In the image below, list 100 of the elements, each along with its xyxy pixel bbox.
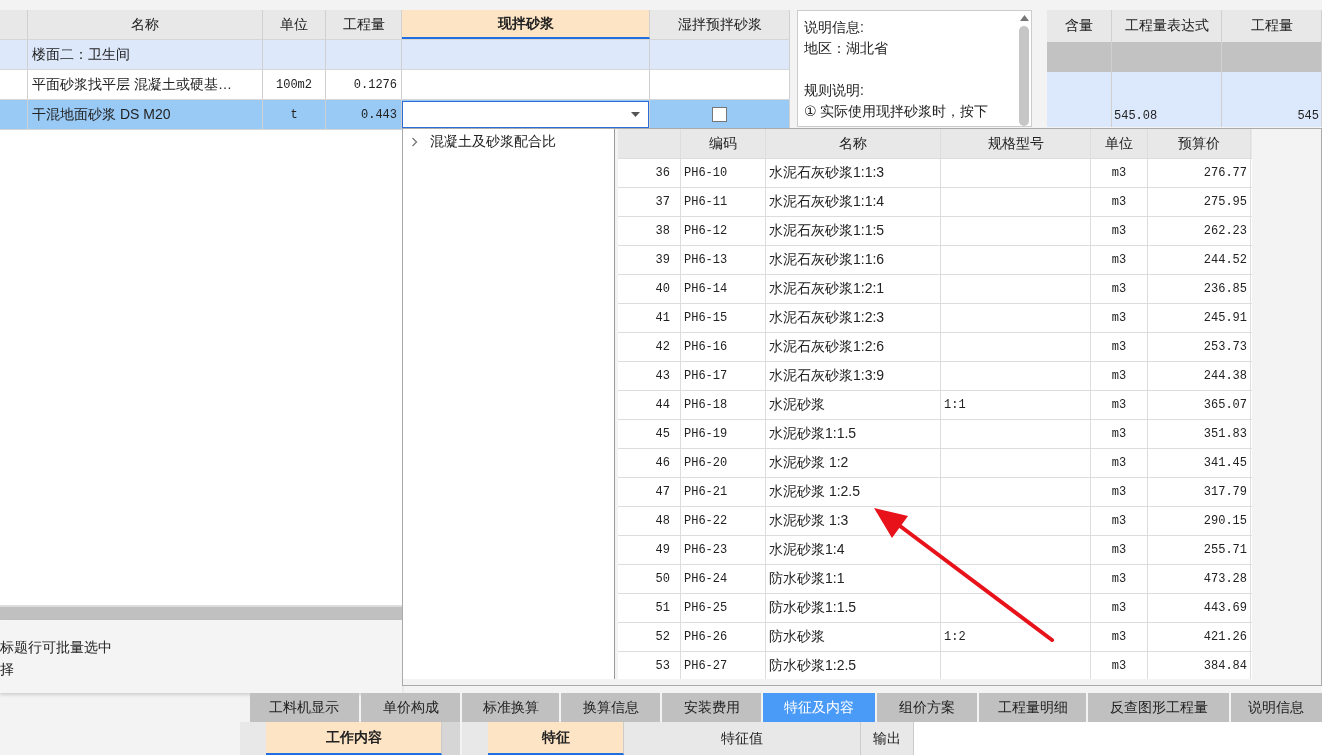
table-cell: 421.26 xyxy=(1203,630,1247,644)
column-header[interactable]: 单位 xyxy=(263,10,326,39)
table-cell: 384.84 xyxy=(1203,659,1247,673)
scrollbar[interactable] xyxy=(442,722,460,755)
table-row[interactable]: 38 PH6-12 水泥石灰砂浆1:1:5 m3 262.23 xyxy=(618,217,1252,246)
row-number: 41 xyxy=(655,311,670,325)
column-header[interactable]: 规格型号 xyxy=(941,129,1091,158)
tab[interactable]: 工料机显示 xyxy=(250,693,359,722)
table-cell: PH6-16 xyxy=(684,340,728,354)
row-number: 49 xyxy=(655,543,670,557)
table-row[interactable]: 39 PH6-13 水泥石灰砂浆1:1:6 m3 244.52 xyxy=(618,246,1252,275)
table-cell: 545.08 xyxy=(1114,109,1158,123)
table-cell: PH6-13 xyxy=(684,253,728,267)
table-cell: 水泥砂浆 1:2.5 xyxy=(769,483,861,501)
table-row[interactable]: 楼面二：卫生间 xyxy=(0,40,790,70)
table-row[interactable]: 50 PH6-24 防水砂浆1:1 m3 473.28 xyxy=(618,565,1252,594)
table-cell: 水泥石灰砂浆1:2:6 xyxy=(769,338,885,356)
tab[interactable]: 说明信息 xyxy=(1230,693,1322,722)
table-cell: m3 xyxy=(1111,195,1127,209)
column-header[interactable]: 工作内容 xyxy=(266,722,442,755)
table-cell: m3 xyxy=(1111,311,1127,325)
table-row[interactable]: 545.08 545 xyxy=(1047,72,1322,127)
dropdown-field[interactable] xyxy=(402,101,649,128)
table-cell: 245.91 xyxy=(1203,311,1247,325)
row-number: 39 xyxy=(655,253,670,267)
table-cell: 水泥石灰砂浆1:2:3 xyxy=(769,309,885,327)
table-cell: 473.28 xyxy=(1203,572,1247,586)
table-cell: PH6-20 xyxy=(684,456,728,470)
row-number: 46 xyxy=(655,456,670,470)
table-cell: PH6-15 xyxy=(684,311,728,325)
table-cell: 1:2 xyxy=(944,630,966,644)
table-row[interactable]: 干混地面砂浆 DS M20 t 0.443 xyxy=(0,100,790,130)
table-row[interactable]: 43 PH6-17 水泥石灰砂浆1:3:9 m3 244.38 xyxy=(618,362,1252,391)
tab[interactable]: 反查图形工程量 xyxy=(1088,693,1229,722)
column-header[interactable]: 名称 xyxy=(28,10,263,39)
info-text: 规则说明: xyxy=(804,82,864,98)
table-cell: PH6-17 xyxy=(684,369,728,383)
table-cell: m3 xyxy=(1111,572,1127,586)
column-header[interactable]: 预算价 xyxy=(1148,129,1251,158)
row-number: 48 xyxy=(655,514,670,528)
tab[interactable]: 标准换算 xyxy=(462,693,560,722)
table-row[interactable]: 42 PH6-16 水泥石灰砂浆1:2:6 m3 253.73 xyxy=(618,333,1252,362)
row-number: 38 xyxy=(655,224,670,238)
row-number: 42 xyxy=(655,340,670,354)
tab[interactable]: 工程量明细 xyxy=(979,693,1087,722)
scroll-up-icon[interactable] xyxy=(1019,15,1029,21)
column-header[interactable]: 特征 xyxy=(488,722,624,755)
table-row[interactable]: 49 PH6-23 水泥砂浆1:4 m3 255.71 xyxy=(618,536,1252,565)
tab[interactable]: 安装费用 xyxy=(662,693,762,722)
table-row[interactable]: 45 PH6-19 水泥砂浆1:1.5 m3 351.83 xyxy=(618,420,1252,449)
info-text: 说明信息: xyxy=(804,19,864,35)
table-cell: 水泥石灰砂浆1:1:6 xyxy=(769,251,885,269)
checkbox[interactable] xyxy=(712,107,727,122)
column-header[interactable]: 现拌砂浆 xyxy=(402,10,650,39)
table-cell: PH6-22 xyxy=(684,514,728,528)
tab[interactable]: 换算信息 xyxy=(561,693,661,722)
table-cell: 干混地面砂浆 DS M20 xyxy=(32,105,171,124)
scrollbar[interactable] xyxy=(0,605,402,620)
tree-item[interactable]: 混凝土及砂浆配合比 xyxy=(411,133,606,151)
table-cell: 244.52 xyxy=(1203,253,1247,267)
column-header[interactable]: 特征值 xyxy=(624,722,861,755)
column-header[interactable]: 名称 xyxy=(766,129,941,158)
row-number: 47 xyxy=(655,485,670,499)
row-number: 45 xyxy=(655,427,670,441)
table-cell: 276.77 xyxy=(1203,166,1247,180)
table-row[interactable]: 41 PH6-15 水泥石灰砂浆1:2:3 m3 245.91 xyxy=(618,304,1252,333)
table-cell: 351.83 xyxy=(1203,427,1247,441)
table-row[interactable]: 36 PH6-10 水泥石灰砂浆1:1:3 m3 276.77 xyxy=(618,159,1252,188)
table-row[interactable]: 40 PH6-14 水泥石灰砂浆1:2:1 m3 236.85 xyxy=(618,275,1252,304)
table-cell: m3 xyxy=(1111,427,1127,441)
row-number: 37 xyxy=(655,195,670,209)
table-row[interactable]: 51 PH6-25 防水砂浆1:1.5 m3 443.69 xyxy=(618,594,1252,623)
table-cell: 365.07 xyxy=(1203,398,1247,412)
table-row[interactable]: 47 PH6-21 水泥砂浆 1:2.5 m3 317.79 xyxy=(618,478,1252,507)
column-header[interactable]: 编码 xyxy=(681,129,766,158)
table-row[interactable]: 平面砂浆找平层 混凝土或硬基… 100m2 0.1276 xyxy=(0,70,790,100)
table-cell: 防水砂浆1:1 xyxy=(769,570,845,588)
table-cell: 防水砂浆1:2.5 xyxy=(769,657,857,675)
chevron-right-icon[interactable] xyxy=(411,137,418,147)
table-cell: 平面砂浆找平层 混凝土或硬基… xyxy=(32,75,232,94)
row-number: 52 xyxy=(655,630,670,644)
table-cell: m3 xyxy=(1111,282,1127,296)
table-cell: PH6-25 xyxy=(684,601,728,615)
table-cell: 253.73 xyxy=(1203,340,1247,354)
column-header[interactable]: 单位 xyxy=(1091,129,1148,158)
table-cell: 1:1 xyxy=(944,398,966,412)
table-row[interactable]: 52 PH6-26 防水砂浆 1:2 m3 421.26 xyxy=(618,623,1252,652)
hint-text: 择 xyxy=(0,660,14,679)
table-cell: m3 xyxy=(1111,224,1127,238)
table-row[interactable]: 44 PH6-18 水泥砂浆 1:1 m3 365.07 xyxy=(618,391,1252,420)
table-cell: 262.23 xyxy=(1203,224,1247,238)
column-header[interactable]: 湿拌预拌砂浆 xyxy=(650,10,790,39)
table-row[interactable]: 37 PH6-11 水泥石灰砂浆1:1:4 m3 275.95 xyxy=(618,188,1252,217)
table-row[interactable]: 46 PH6-20 水泥砂浆 1:2 m3 341.45 xyxy=(618,449,1252,478)
table-cell: 236.85 xyxy=(1203,282,1247,296)
table-row[interactable]: 53 PH6-27 防水砂浆1:2.5 m3 384.84 xyxy=(618,652,1252,679)
table-cell: m3 xyxy=(1111,659,1127,673)
tab[interactable]: 单价构成 xyxy=(360,693,461,722)
table-cell: m3 xyxy=(1111,601,1127,615)
tab[interactable]: 组价方案 xyxy=(877,693,978,722)
